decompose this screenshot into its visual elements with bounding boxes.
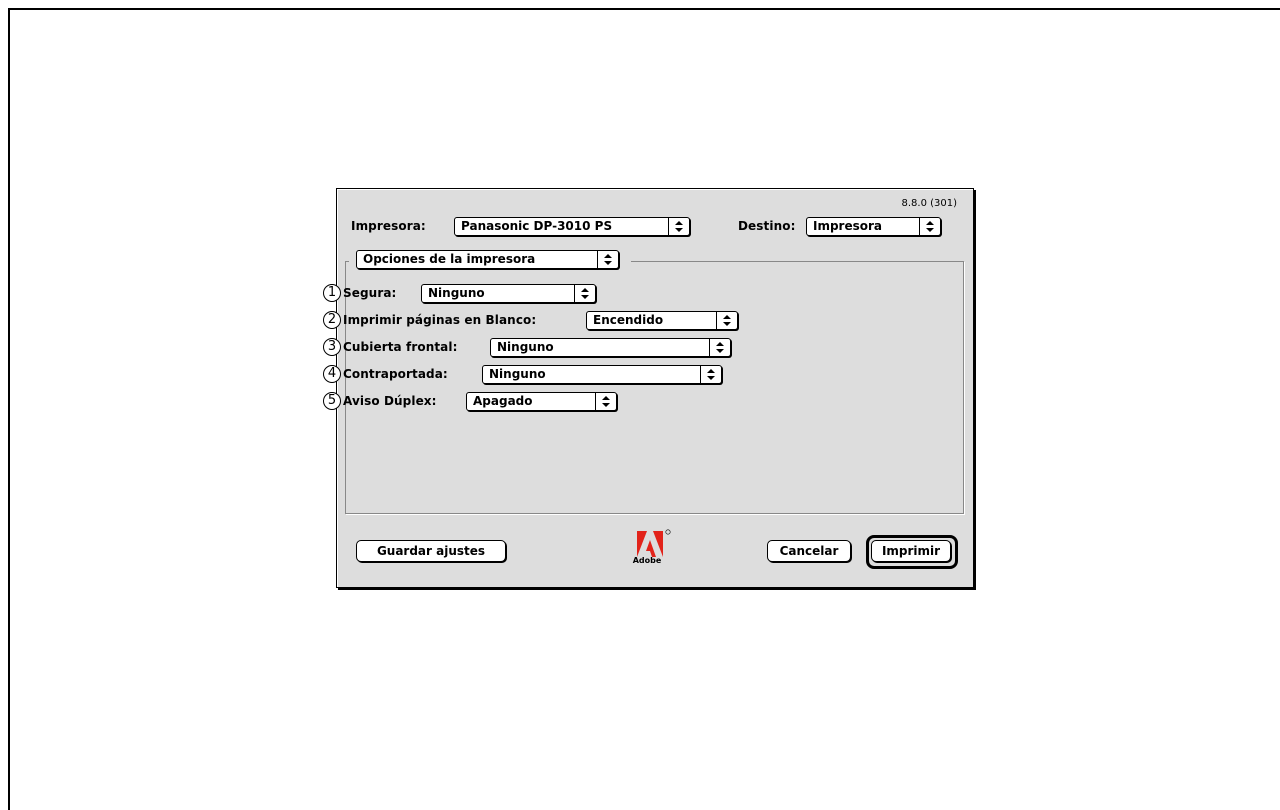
callout-number-3: 3 bbox=[323, 338, 341, 356]
callout-number-4: 4 bbox=[323, 365, 341, 383]
version-label: 8.8.0 (301) bbox=[901, 198, 957, 209]
callout-number-2: 2 bbox=[323, 311, 341, 329]
destination-value: Impresora bbox=[813, 219, 883, 233]
back-cover-label: Contraportada: bbox=[343, 367, 448, 381]
front-cover-popup[interactable]: Ninguno bbox=[490, 338, 731, 357]
blank-pages-popup[interactable]: Encendido bbox=[586, 311, 738, 330]
popup-arrows-icon bbox=[595, 393, 616, 410]
panel-popup[interactable]: Opciones de la impresora bbox=[356, 250, 619, 269]
popup-arrows-icon bbox=[709, 339, 730, 356]
popup-arrows-icon bbox=[716, 312, 737, 329]
cancel-button[interactable]: Cancelar bbox=[767, 540, 851, 562]
popup-arrows-icon bbox=[700, 366, 721, 383]
back-cover-popup[interactable]: Ninguno bbox=[482, 365, 722, 384]
duplex-notice-label: Aviso Dúplex: bbox=[343, 394, 437, 408]
panel-value: Opciones de la impresora bbox=[363, 252, 536, 266]
print-button[interactable]: Imprimir bbox=[871, 540, 951, 562]
duplex-notice-value: Apagado bbox=[473, 394, 533, 408]
printer-label: Impresora: bbox=[351, 219, 426, 233]
popup-arrows-icon bbox=[668, 218, 689, 235]
blank-pages-label: Imprimir páginas en Blanco: bbox=[343, 313, 537, 327]
callout-number-1: 1 bbox=[323, 284, 341, 302]
printer-value: Panasonic DP-3010 PS bbox=[461, 219, 613, 233]
popup-arrows-icon bbox=[919, 218, 940, 235]
secure-label: Segura: bbox=[343, 286, 397, 300]
destination-popup[interactable]: Impresora bbox=[806, 217, 941, 236]
back-cover-value: Ninguno bbox=[489, 367, 546, 381]
adobe-logo-text: Adobe bbox=[632, 556, 662, 565]
front-cover-label: Cubierta frontal: bbox=[343, 340, 458, 354]
print-dialog: 8.8.0 (301) Impresora: Panasonic DP-3010… bbox=[323, 188, 974, 588]
secure-value: Ninguno bbox=[428, 286, 485, 300]
popup-arrows-icon bbox=[574, 285, 595, 302]
front-cover-value: Ninguno bbox=[497, 340, 554, 354]
callout-number-5: 5 bbox=[323, 392, 341, 410]
save-settings-button[interactable]: Guardar ajustes bbox=[356, 540, 506, 562]
blank-pages-value: Encendido bbox=[593, 313, 664, 327]
popup-arrows-icon bbox=[597, 251, 618, 268]
printer-popup[interactable]: Panasonic DP-3010 PS bbox=[454, 217, 690, 236]
secure-popup[interactable]: Ninguno bbox=[421, 284, 596, 303]
duplex-notice-popup[interactable]: Apagado bbox=[466, 392, 617, 411]
destination-label: Destino: bbox=[738, 219, 796, 233]
